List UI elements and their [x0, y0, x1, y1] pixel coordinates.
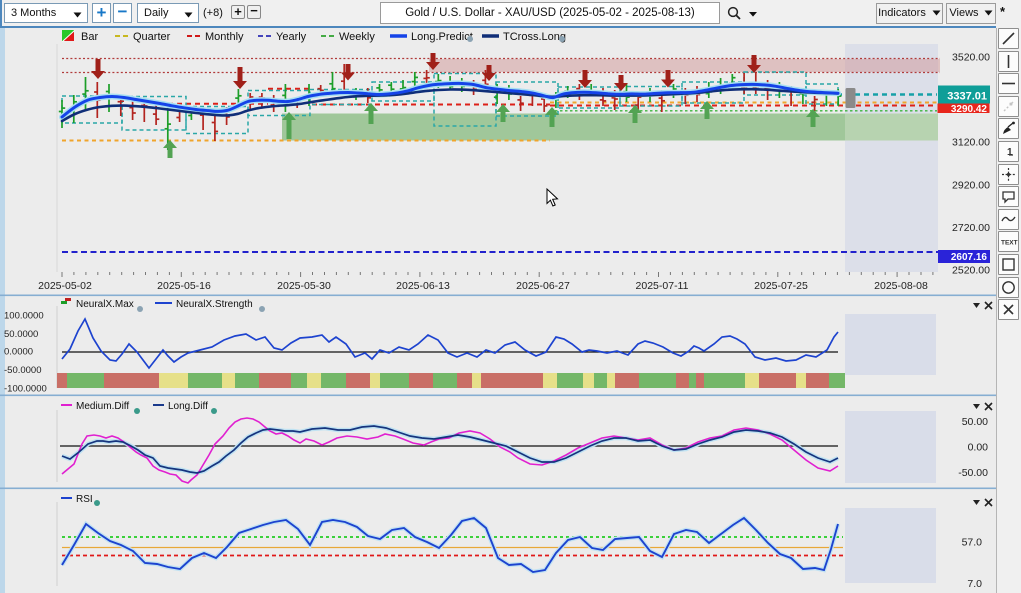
- svg-text:2025-06-27: 2025-06-27: [516, 280, 570, 292]
- svg-text:TCross.Long: TCross.Long: [503, 31, 566, 43]
- svg-text:Monthly: Monthly: [205, 31, 244, 43]
- svg-text:-50.00: -50.00: [958, 467, 988, 479]
- svg-text:Long.Predict: Long.Predict: [411, 31, 473, 43]
- svg-text:Long.Diff: Long.Diff: [168, 401, 208, 412]
- svg-text:50.0000: 50.0000: [4, 329, 38, 340]
- svg-text:2025-07-11: 2025-07-11: [636, 280, 689, 292]
- svg-text:0.0000: 0.0000: [4, 347, 33, 358]
- svg-text:Bar: Bar: [81, 31, 98, 43]
- svg-text:2025-05-16: 2025-05-16: [157, 280, 211, 292]
- svg-text:1: 1: [1007, 147, 1013, 158]
- svg-text:2025-08-08: 2025-08-08: [874, 280, 928, 292]
- svg-text:-50.0000: -50.0000: [4, 365, 42, 376]
- svg-text:7.0: 7.0: [967, 578, 982, 590]
- svg-text:2720.00: 2720.00: [952, 222, 990, 234]
- svg-text:NeuralX.Max: NeuralX.Max: [76, 299, 134, 310]
- svg-text:2025-07-25: 2025-07-25: [754, 280, 808, 292]
- svg-text:3120.00: 3120.00: [952, 137, 990, 149]
- svg-text:2025-06-13: 2025-06-13: [396, 280, 450, 292]
- svg-text:0.00: 0.00: [968, 442, 989, 454]
- svg-text:Weekly: Weekly: [339, 31, 375, 43]
- svg-text:3290.42: 3290.42: [951, 104, 988, 115]
- svg-text:2025-05-02: 2025-05-02: [38, 280, 92, 292]
- svg-text:RSI: RSI: [76, 494, 93, 505]
- svg-text:2025-05-30: 2025-05-30: [277, 280, 331, 292]
- svg-text:2607.16: 2607.16: [951, 252, 988, 263]
- svg-text:3337.01: 3337.01: [947, 91, 987, 103]
- svg-text:2520.00: 2520.00: [952, 265, 990, 277]
- svg-text:3520.00: 3520.00: [952, 52, 990, 64]
- svg-text:2920.00: 2920.00: [952, 179, 990, 191]
- svg-text:50.00: 50.00: [962, 416, 988, 428]
- svg-text:NeuralX.Strength: NeuralX.Strength: [176, 299, 253, 310]
- svg-text:-100.0000: -100.0000: [4, 384, 47, 395]
- svg-text:Quarter: Quarter: [133, 31, 171, 43]
- svg-text:100.0000: 100.0000: [4, 310, 44, 321]
- svg-text:Yearly: Yearly: [276, 31, 307, 43]
- svg-text:57.0: 57.0: [962, 537, 983, 549]
- svg-text:Medium.Diff: Medium.Diff: [76, 401, 129, 412]
- svg-text:TEXT: TEXT: [1001, 240, 1018, 247]
